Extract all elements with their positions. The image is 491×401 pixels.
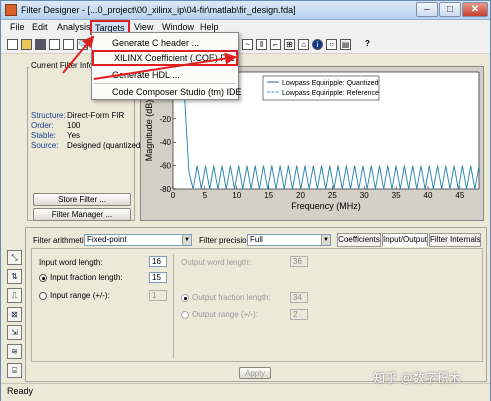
sidebar-pole-zero-editor-icon[interactable]: ⊠ (7, 307, 22, 322)
arrow-to-targets-menu (62, 35, 95, 74)
input-range-radio[interactable] (39, 292, 47, 300)
output-fraction-length-label: Output fraction length: (192, 293, 271, 302)
chevron-down-icon: ▼ (182, 235, 191, 245)
output-fraction-length-field[interactable]: 34 (290, 292, 308, 303)
arrow-to-coe-item (93, 52, 237, 80)
filter-precision-label: Filter precision: (199, 236, 254, 245)
sidebar-import-icon[interactable]: ⇲ (7, 325, 22, 340)
sidebar-quantize-icon[interactable]: ⌸ (7, 363, 22, 378)
sidebar-design-filter-icon[interactable]: ≋ (7, 344, 22, 359)
input-range-label: Input range (+/-): (50, 291, 110, 300)
input-fraction-length-radio[interactable] (39, 274, 47, 282)
output-word-length-field[interactable]: 36 (290, 256, 308, 267)
sidebar-transform-icon[interactable]: ⤡ (7, 250, 22, 265)
tab-filter-internals[interactable]: Filter Internals (429, 233, 481, 247)
output-range-radio[interactable] (181, 311, 189, 319)
output-fraction-length-radio[interactable] (181, 294, 189, 302)
tab-coefficients[interactable]: Coefficients (337, 233, 381, 247)
filter-arithmetic-value: Fixed-point (87, 235, 127, 244)
input-word-length-label: Input word length: (39, 258, 103, 267)
filter-designer-window: Filter Designer - [...0_project\00_xilin… (0, 0, 491, 401)
tab-input-output[interactable]: Input/Output (382, 233, 428, 247)
chevron-down-icon: ▼ (321, 235, 330, 245)
status-text: Ready (7, 386, 34, 396)
sidebar-multirate-icon[interactable]: ⇅ (7, 269, 22, 284)
input-word-length-field[interactable]: 16 (149, 256, 167, 267)
apply-button[interactable]: Apply (239, 367, 271, 379)
filter-precision-value: Full (250, 235, 263, 244)
sidebar-realize-model-icon[interactable]: ⎍ (7, 288, 22, 303)
input-fraction-length-field[interactable]: 15 (149, 272, 167, 283)
output-word-length-label: Output word length: (181, 258, 251, 267)
filter-arithmetic-label: Filter arithmetic: (33, 236, 90, 245)
column-divider (173, 254, 174, 358)
filter-precision-select[interactable]: Full ▼ (247, 234, 331, 246)
input-fraction-length-label: Input fraction length: (50, 273, 123, 282)
input-range-field[interactable]: 1 (149, 290, 167, 301)
output-range-field[interactable]: 2 (290, 309, 308, 320)
output-range-label: Output range (+/-): (192, 310, 259, 319)
filter-arithmetic-select[interactable]: Fixed-point ▼ (84, 234, 192, 246)
watermark: 知乎 @数字积木 (373, 371, 461, 385)
